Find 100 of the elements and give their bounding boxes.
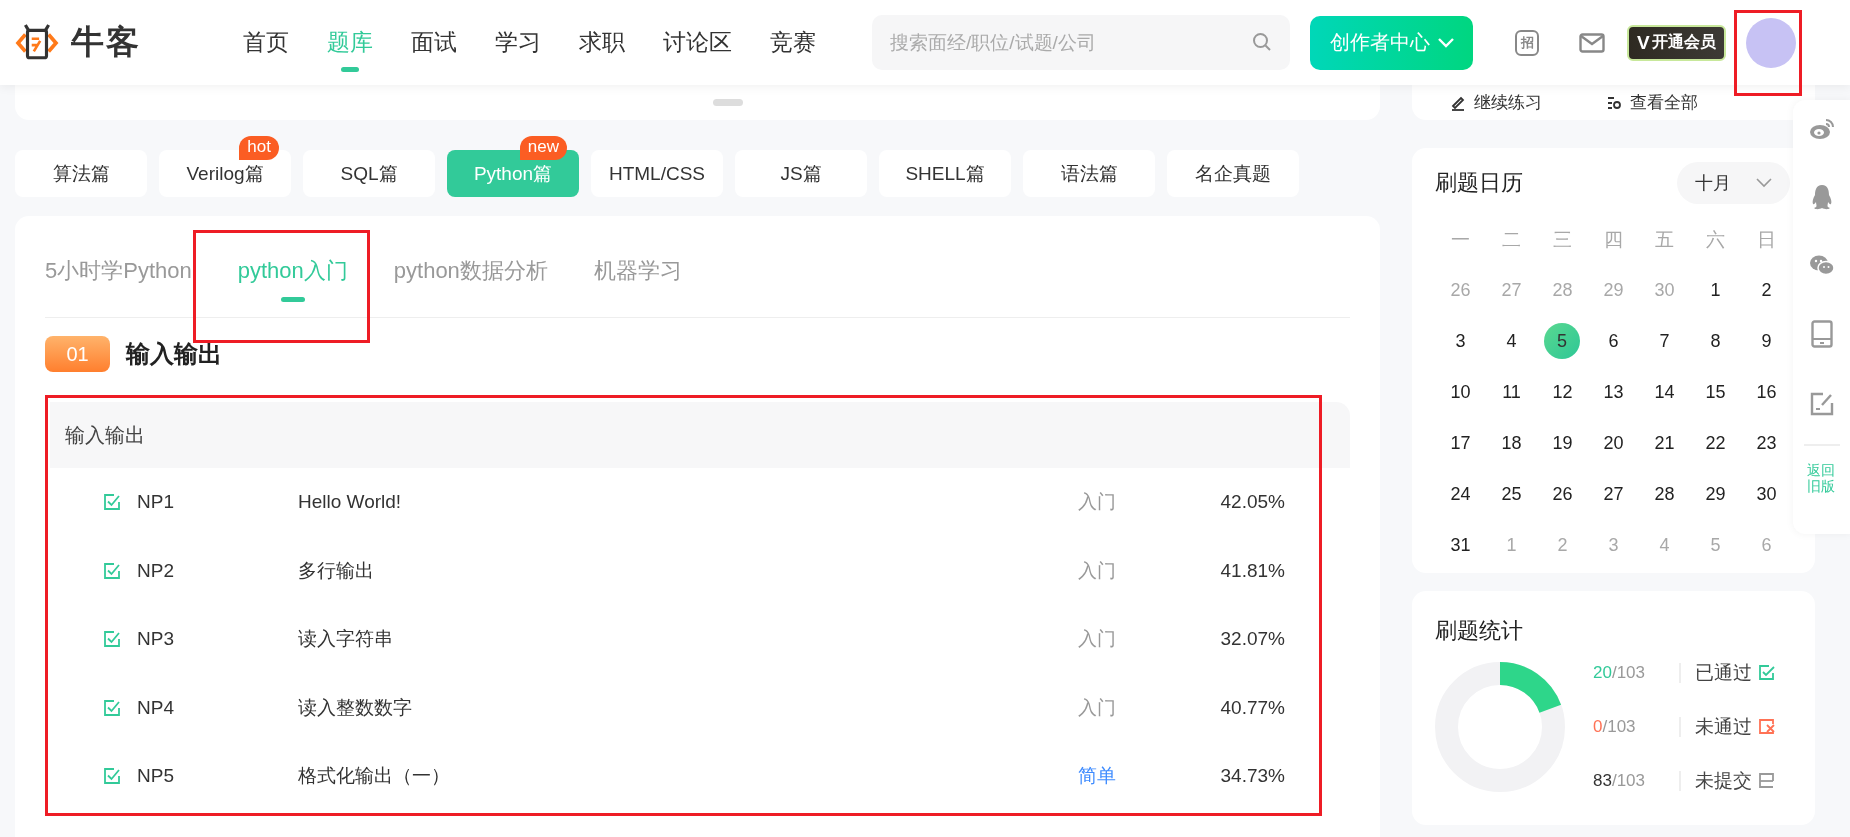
category-tab[interactable]: 语法篇	[1023, 150, 1155, 197]
recruit-icon[interactable]: 招	[1515, 29, 1539, 56]
nav-link[interactable]: 求职	[579, 19, 625, 72]
problem-row[interactable]: NP5 格式化输出（一） 简单 34.73%	[50, 742, 1350, 811]
nav-link[interactable]: 讨论区	[663, 19, 732, 72]
calendar-day[interactable]: 1	[1690, 265, 1741, 316]
chevron-down-icon	[1756, 178, 1772, 188]
stat-count: 83/103	[1593, 771, 1646, 791]
category-tab[interactable]: SHELL篇	[879, 150, 1011, 197]
calendar-day[interactable]: 27	[1588, 469, 1639, 520]
problem-row[interactable]: NP1 Hello World! 入门 42.05%	[50, 468, 1350, 537]
problem-id: NP4	[137, 696, 175, 719]
calendar-day[interactable]: 23	[1741, 418, 1792, 469]
calendar-day[interactable]: 19	[1537, 418, 1588, 469]
difficulty-label: 入门	[1078, 490, 1117, 515]
pass-rate: 41.81%	[1219, 559, 1285, 582]
logo-text[interactable]: 牛客	[71, 20, 141, 65]
calendar-day[interactable]: 7	[1639, 316, 1690, 367]
calendar-day[interactable]: 20	[1588, 418, 1639, 469]
pass-rate: 40.77%	[1219, 696, 1285, 719]
weekday-label: 二	[1501, 227, 1522, 252]
stat-count: 20/103	[1593, 663, 1646, 683]
calendar-day[interactable]: 8	[1690, 316, 1741, 367]
nav-link[interactable]: 学习	[495, 19, 541, 72]
calendar-day[interactable]: 14	[1639, 367, 1690, 418]
calendar-day[interactable]: 18	[1486, 418, 1537, 469]
problem-title: Hello World!	[298, 491, 403, 514]
problem-id: NP3	[137, 628, 175, 651]
nav-link[interactable]: 面试	[411, 19, 457, 72]
calendar-day[interactable]: 10	[1435, 367, 1486, 418]
crossed-box-icon	[1758, 718, 1776, 736]
problem-id: NP2	[137, 559, 175, 582]
calendar-day[interactable]: 16	[1741, 367, 1792, 418]
calendar-day[interactable]: 6	[1588, 316, 1639, 367]
problem-id: NP5	[137, 765, 175, 788]
calendar-day[interactable]: 9	[1741, 316, 1792, 367]
category-tab[interactable]: SQL篇	[303, 150, 435, 197]
problem-row[interactable]: NP3 读入字符串 入门 32.07%	[50, 605, 1350, 674]
vip-badge[interactable]: V开通会员	[1627, 24, 1726, 61]
weibo-icon	[1808, 118, 1835, 140]
calendar-day[interactable]: 2	[1741, 265, 1792, 316]
penguin-icon	[1810, 184, 1833, 210]
calendar-day[interactable]: 15	[1690, 367, 1741, 418]
month-select[interactable]: 十月	[1677, 162, 1790, 204]
pass-rate: 34.73%	[1219, 765, 1285, 788]
tag-badge: new	[519, 136, 567, 160]
calendar-day[interactable]: 4	[1486, 316, 1537, 367]
stat-label: 已通过	[1695, 661, 1752, 685]
calendar-day[interactable]: 29	[1690, 469, 1741, 520]
stat-count: 0/103	[1593, 717, 1637, 737]
chevron-down-icon	[1437, 37, 1454, 48]
weekday-label: 日	[1756, 227, 1777, 252]
calendar-day[interactable]: 31	[1435, 520, 1486, 571]
section-title: 输入输出	[126, 339, 222, 369]
calendar-day[interactable]: 11	[1486, 367, 1537, 418]
scroll-indicator	[712, 99, 743, 106]
weekday-label: 四	[1603, 227, 1624, 252]
calendar-day[interactable]: 22	[1690, 418, 1741, 469]
problem-title: 读入字符串	[298, 627, 394, 652]
problem-row[interactable]: NP2 多行输出 入门 41.81%	[50, 536, 1350, 605]
problem-title: 格式化输出（一）	[298, 764, 451, 789]
box-icon	[1758, 772, 1776, 790]
strip-link[interactable]: 继续练习	[1450, 91, 1542, 114]
calendar-day[interactable]: 3	[1435, 316, 1486, 367]
category-tab[interactable]: HTML/CSS	[591, 150, 723, 197]
difficulty-label: 入门	[1078, 695, 1117, 720]
calendar-day[interactable]: 24	[1435, 469, 1486, 520]
weekday-label: 五	[1654, 227, 1675, 252]
category-tab[interactable]: 名企真题	[1167, 150, 1299, 197]
calendar-day[interactable]: 26	[1537, 469, 1588, 520]
section-number: 01	[45, 336, 110, 372]
magnifier-list-icon	[1606, 94, 1622, 111]
calendar-day[interactable]: 28	[1639, 469, 1690, 520]
nav-link[interactable]: 竞赛	[770, 19, 816, 72]
search-field[interactable]: 搜索面经/职位/试题/公司	[872, 15, 1290, 70]
category-tab[interactable]: 算法篇	[15, 150, 147, 197]
problem-row[interactable]: NP4 读入整数数字 入门 40.77%	[50, 673, 1350, 742]
card-title: 刷题日历	[1435, 169, 1523, 197]
calendar-day[interactable]: 21	[1639, 418, 1690, 469]
problem-title: 读入整数数字	[298, 695, 413, 720]
edit-note-icon	[1809, 392, 1834, 416]
checked-box-icon	[1758, 664, 1776, 682]
calendar-day[interactable]: 30	[1741, 469, 1792, 520]
calendar-day[interactable]: 13	[1588, 367, 1639, 418]
calendar-day[interactable]: 12	[1537, 367, 1588, 418]
group-header: 输入输出	[50, 402, 1350, 468]
strip-link[interactable]: 查看全部	[1606, 91, 1698, 114]
tag-badge: hot	[239, 136, 279, 160]
calendar-day[interactable]: 17	[1435, 418, 1486, 469]
difficulty-label: 入门	[1078, 558, 1117, 583]
search-icon	[1252, 32, 1272, 52]
calendar-day[interactable]: 25	[1486, 469, 1537, 520]
weekday-label: 一	[1450, 227, 1471, 252]
category-tab[interactable]: JS篇	[735, 150, 867, 197]
pass-rate: 42.05%	[1219, 491, 1285, 514]
calendar-day[interactable]: 5	[1544, 323, 1580, 359]
card-title: 刷题统计	[1435, 617, 1524, 645]
weekday-label: 六	[1705, 227, 1726, 252]
nav-link[interactable]: 首页	[243, 19, 289, 72]
pass-rate: 32.07%	[1219, 628, 1285, 651]
